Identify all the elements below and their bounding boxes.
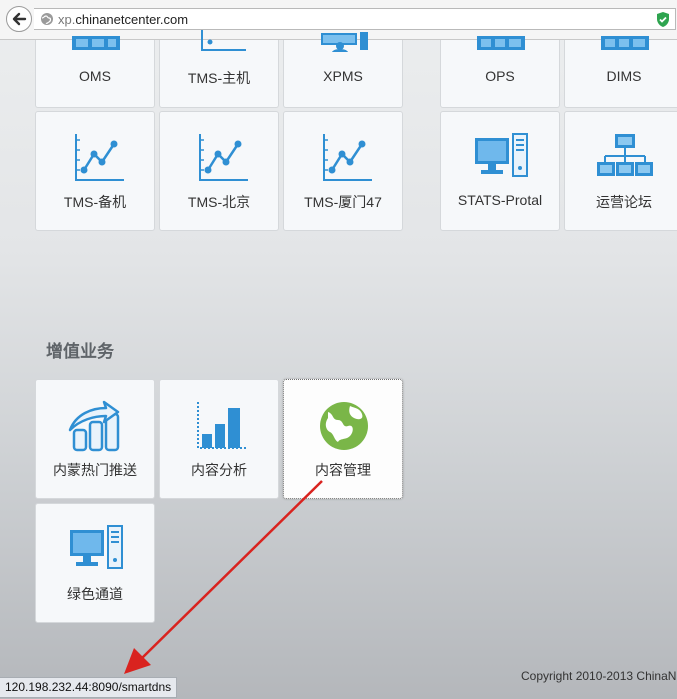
tile-inner-mongolia-hot-push[interactable]: 内蒙热门推送 bbox=[35, 379, 155, 499]
tile-label: 绿色通道 bbox=[67, 586, 123, 602]
tile-label: TMS-厦门47 bbox=[304, 194, 382, 210]
tile-ops-forum[interactable]: 运营论坛 bbox=[564, 111, 677, 231]
line-chart-icon bbox=[199, 134, 248, 181]
trending-bar-arrow-icon bbox=[68, 400, 120, 452]
section-title-value-added: 增值业务 bbox=[46, 342, 114, 362]
tile-label: OMS bbox=[79, 68, 111, 84]
tile-ops[interactable]: OPS bbox=[440, 36, 560, 108]
status-bar-link-url: 120.198.232.44:8090/smartdns bbox=[0, 677, 178, 698]
tile-label: TMS-主机 bbox=[187, 70, 251, 86]
tile-tms-xiamen47[interactable]: TMS-厦门47 bbox=[283, 111, 403, 231]
tile-tms-backup[interactable]: TMS-备机 bbox=[35, 111, 155, 231]
computer-icon bbox=[475, 133, 528, 177]
tile-tms-main[interactable]: TMS-主机 bbox=[159, 30, 279, 108]
tile-label: STATS-Protal bbox=[457, 192, 543, 208]
tile-label: 内容管理 bbox=[315, 462, 371, 478]
tile-label: 内蒙热门推送 bbox=[53, 462, 137, 478]
tile-tms-beijing[interactable]: TMS-北京 bbox=[159, 111, 279, 231]
back-arrow-icon bbox=[12, 12, 27, 26]
copyright-text: Copyright 2010-2013 ChinaN bbox=[521, 669, 677, 683]
address-bar[interactable]: xp.chinanetcenter.com bbox=[34, 8, 676, 30]
url-text: xp.chinanetcenter.com bbox=[58, 12, 189, 27]
line-chart-icon bbox=[323, 134, 372, 181]
line-chart-icon bbox=[75, 134, 124, 181]
tile-label: TMS-北京 bbox=[187, 194, 251, 210]
tile-label: 运营论坛 bbox=[596, 194, 652, 210]
tile-content-management[interactable]: 内容管理 bbox=[283, 379, 403, 499]
tile-label: OPS bbox=[485, 68, 515, 84]
shield-check-icon[interactable] bbox=[655, 11, 671, 28]
tile-label: 内容分析 bbox=[191, 462, 247, 478]
green-globe-icon bbox=[320, 402, 368, 450]
tile-label: XPMS bbox=[323, 68, 363, 84]
bar-chart-icon bbox=[197, 402, 248, 449]
tile-content-analysis[interactable]: 内容分析 bbox=[159, 379, 279, 499]
computer-icon bbox=[70, 525, 123, 569]
back-button[interactable] bbox=[6, 6, 32, 32]
network-icon bbox=[597, 134, 653, 176]
tile-xpms[interactable]: XPMS bbox=[283, 32, 403, 108]
tile-oms[interactable]: OMS bbox=[35, 36, 155, 108]
globe-icon bbox=[41, 13, 53, 25]
tile-stats-protal[interactable]: STATS-Protal bbox=[440, 111, 560, 231]
tile-dims[interactable]: DIMS bbox=[564, 36, 677, 108]
tile-label: DIMS bbox=[606, 68, 642, 84]
tile-label: TMS-备机 bbox=[63, 194, 127, 210]
tile-green-channel[interactable]: 绿色通道 bbox=[35, 503, 155, 623]
